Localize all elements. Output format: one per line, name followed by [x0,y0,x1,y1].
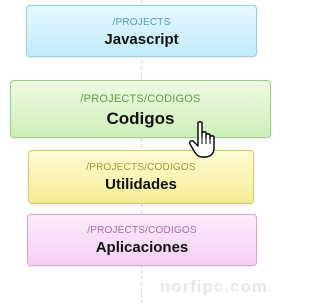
card-path: /PROJECTS/CODIGOS [87,225,197,236]
card-path: /PROJECTS [112,17,171,28]
card-title: Utilidades [105,176,177,193]
project-card-aplicaciones[interactable]: /PROJECTS/CODIGOS Aplicaciones [27,214,257,266]
project-card-codigos[interactable]: /PROJECTS/CODIGOS Codigos [10,80,271,138]
card-title: Aplicaciones [95,239,189,256]
hand-pointer-icon [189,121,215,158]
card-path: /PROJECTS/CODIGOS [86,162,196,173]
card-path: /PROJECTS/CODIGOS [80,93,201,105]
project-card-javascript[interactable]: /PROJECTS Javascript [26,5,257,57]
watermark: norfipc.com [159,277,268,296]
card-title: Codigos [106,109,175,128]
card-title: Javascript [104,31,179,48]
